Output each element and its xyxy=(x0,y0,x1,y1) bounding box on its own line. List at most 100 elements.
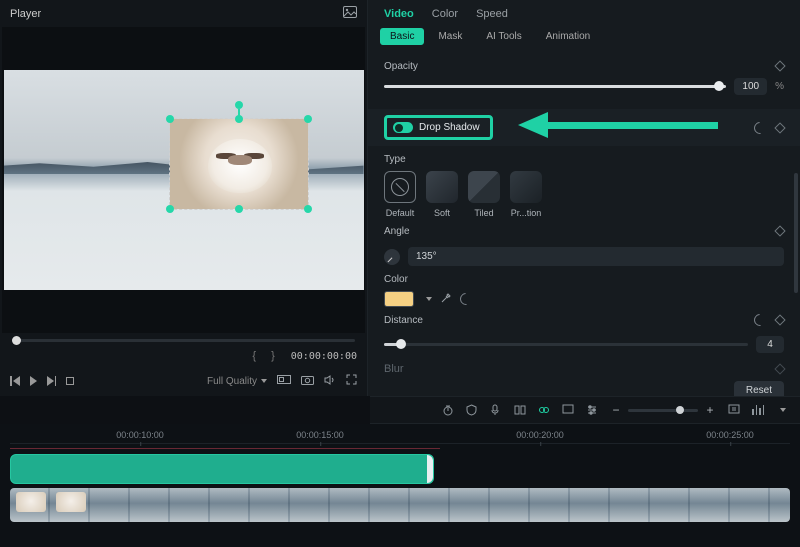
resize-handle-br[interactable] xyxy=(304,205,312,213)
inspector-scrollbar[interactable] xyxy=(794,173,798,293)
shadow-type-tiled-label: Tiled xyxy=(474,208,493,218)
distance-reset-icon[interactable] xyxy=(752,311,769,328)
shadow-type-soft[interactable] xyxy=(426,171,458,203)
display-mode-icon[interactable] xyxy=(277,375,291,388)
toolbar-more-icon[interactable] xyxy=(780,408,786,412)
rotate-handle[interactable] xyxy=(235,101,243,109)
shadow-type-default-label: Default xyxy=(386,208,415,218)
resize-handle-tr[interactable] xyxy=(304,115,312,123)
player-scrubber[interactable] xyxy=(12,339,355,342)
player-title: Player xyxy=(10,8,41,20)
overlay-clip-thumbnail xyxy=(170,119,308,209)
resize-handle-bl[interactable] xyxy=(166,205,174,213)
picture-icon[interactable] xyxy=(343,6,357,21)
ruler-tick: 00:00:25:00 xyxy=(706,430,754,440)
markers-icon[interactable] xyxy=(514,404,526,416)
type-label: Type xyxy=(384,154,784,165)
player-panel: Player xyxy=(0,0,368,396)
play-button[interactable] xyxy=(30,376,37,386)
drop-shadow-toggle[interactable] xyxy=(393,122,413,133)
shadow-type-tiled[interactable] xyxy=(468,171,500,203)
keyframe-diamond-opacity[interactable] xyxy=(774,60,785,71)
inspector-panel: Video Color Speed Basic Mask AI Tools An… xyxy=(368,0,800,396)
timeline-range-indicator xyxy=(10,448,440,449)
subtab-animation[interactable]: Animation xyxy=(536,28,600,45)
fit-icon[interactable] xyxy=(728,404,740,416)
next-frame-button[interactable] xyxy=(47,376,57,386)
keyframe-diamond-blur[interactable] xyxy=(774,363,785,374)
background-video-frame xyxy=(4,70,364,290)
timecode-display: 00:00:00:00 xyxy=(291,351,357,362)
opacity-value[interactable]: 100 xyxy=(734,78,767,95)
stop-button[interactable] xyxy=(66,377,74,385)
angle-label: Angle xyxy=(384,226,410,237)
track-height-icon[interactable] xyxy=(752,405,764,415)
ruler-tick: 00:00:20:00 xyxy=(516,430,564,440)
fullscreen-icon[interactable] xyxy=(346,374,357,388)
timeline-panel: 00:00:10:00 00:00:15:00 00:00:20:00 00:0… xyxy=(0,424,800,547)
adjust-icon[interactable] xyxy=(586,404,598,416)
color-swatch[interactable] xyxy=(384,291,414,307)
ruler-tick: 00:00:15:00 xyxy=(296,430,344,440)
distance-label: Distance xyxy=(384,315,423,326)
blur-label: Blur xyxy=(384,363,404,375)
zoom-out-button[interactable]: − xyxy=(610,404,622,416)
mic-icon[interactable] xyxy=(490,404,502,416)
quality-dropdown[interactable]: Full Quality xyxy=(207,376,267,387)
shadow-type-soft-label: Soft xyxy=(434,208,450,218)
prev-frame-button[interactable] xyxy=(10,376,20,386)
shadow-type-default[interactable] xyxy=(384,171,416,203)
opacity-slider-thumb[interactable] xyxy=(714,81,724,91)
zoom-in-button[interactable]: + xyxy=(704,404,716,416)
main-track-clip[interactable] xyxy=(10,488,790,522)
keyframe-diamond-angle[interactable] xyxy=(774,225,785,236)
keyframe-diamond-distance[interactable] xyxy=(774,314,785,325)
tab-video[interactable]: Video xyxy=(384,8,414,20)
shield-icon[interactable] xyxy=(466,404,478,416)
timeline-ruler[interactable]: 00:00:10:00 00:00:15:00 00:00:20:00 00:0… xyxy=(10,430,790,444)
color-dropdown-icon[interactable] xyxy=(426,297,432,301)
frame-icon[interactable] xyxy=(562,404,574,416)
zoom-slider[interactable] xyxy=(628,409,698,412)
tab-speed[interactable]: Speed xyxy=(476,8,508,20)
opacity-unit: % xyxy=(775,81,784,92)
distance-slider-thumb[interactable] xyxy=(396,339,406,349)
timer-icon[interactable] xyxy=(442,404,454,416)
drop-shadow-section-header: Drop Shadow xyxy=(368,109,800,146)
distance-slider[interactable] xyxy=(384,343,748,346)
resize-handle-tl[interactable] xyxy=(166,115,174,123)
color-label: Color xyxy=(384,274,784,285)
shadow-type-projection[interactable] xyxy=(510,171,542,203)
drop-shadow-highlight-box: Drop Shadow xyxy=(384,115,493,140)
annotation-arrow xyxy=(518,113,718,135)
reset-button[interactable]: Reset xyxy=(734,381,784,396)
link-icon[interactable] xyxy=(538,404,550,416)
drop-shadow-label: Drop Shadow xyxy=(419,122,480,133)
resize-handle-tc[interactable] xyxy=(235,115,243,123)
player-viewport[interactable] xyxy=(2,27,365,333)
keyframe-diamond-dropshadow[interactable] xyxy=(774,122,785,133)
snapshot-icon[interactable] xyxy=(301,375,314,388)
distance-value[interactable]: 4 xyxy=(756,336,784,353)
angle-value[interactable]: 135° xyxy=(408,247,784,266)
opacity-slider[interactable] xyxy=(384,85,726,88)
angle-dial[interactable] xyxy=(384,249,400,265)
reset-icon[interactable] xyxy=(752,119,769,136)
ruler-tick: 00:00:10:00 xyxy=(116,430,164,440)
volume-icon[interactable] xyxy=(324,375,336,388)
subtab-basic[interactable]: Basic xyxy=(380,28,424,45)
tab-color[interactable]: Color xyxy=(432,8,458,20)
shadow-type-projection-label: Pr...tion xyxy=(511,208,542,218)
subtab-mask[interactable]: Mask xyxy=(428,28,472,45)
eyedropper-icon[interactable] xyxy=(440,292,452,307)
subtab-ai-tools[interactable]: AI Tools xyxy=(476,28,531,45)
scrubber-thumb[interactable] xyxy=(12,336,21,345)
marker-braces[interactable]: { } xyxy=(252,350,280,362)
selected-clip-bounds[interactable] xyxy=(169,118,309,210)
zoom-slider-thumb[interactable] xyxy=(676,406,684,414)
timeline-toolbar: − + xyxy=(370,396,800,424)
opacity-label: Opacity xyxy=(384,61,418,72)
overlay-track-clip[interactable] xyxy=(10,454,434,484)
color-reset-icon[interactable] xyxy=(460,293,472,305)
resize-handle-bc[interactable] xyxy=(235,205,243,213)
